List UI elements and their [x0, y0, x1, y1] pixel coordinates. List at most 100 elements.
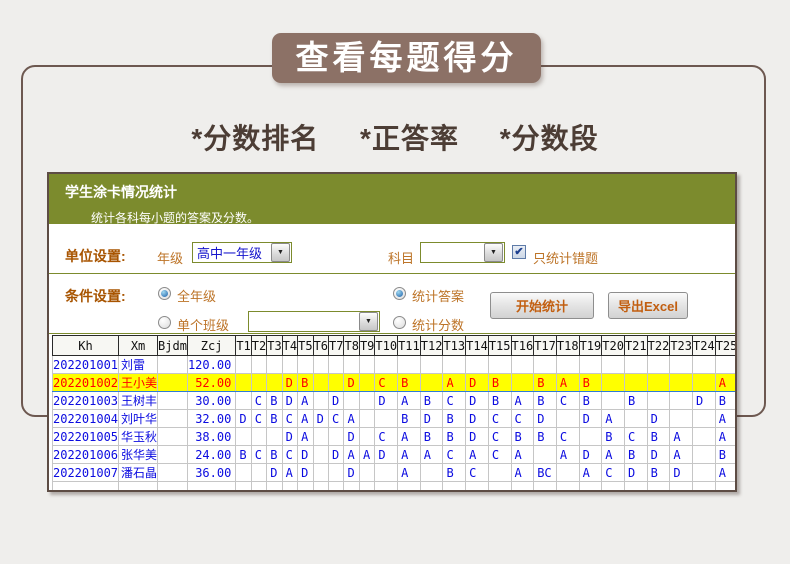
column-header: T9: [359, 336, 374, 356]
whole-grade-radio[interactable]: [158, 287, 171, 300]
chevron-down-icon[interactable]: ▼: [359, 312, 378, 331]
subject-dropdown[interactable]: ▼: [420, 242, 505, 263]
cell-bjdm: [158, 410, 188, 428]
cell-answer: A: [511, 392, 534, 410]
cell-answer: B: [624, 392, 647, 410]
column-header: T16: [511, 336, 534, 356]
table-row[interactable]: 202201007潘石晶36.00DADDABCABCACDBDA: [53, 464, 736, 482]
cell-empty: [187, 482, 235, 491]
cell-empty: [556, 482, 579, 491]
cell-answer: [398, 356, 421, 374]
cell-answer: A: [511, 446, 534, 464]
cell-answer: D: [344, 464, 359, 482]
cell-answer: [359, 464, 374, 482]
table-row[interactable]: 202201005华玉秋38.00DADCABBDCBBCBCBAA: [53, 428, 736, 446]
cell-answer: D: [282, 428, 297, 446]
cell-xm: 王树丰: [119, 392, 158, 410]
grade-dropdown[interactable]: 高中一年级 ▼: [192, 242, 292, 263]
cell-zcj: 38.00: [187, 428, 235, 446]
column-header: T7: [329, 336, 344, 356]
cell-answer: C: [443, 392, 466, 410]
cell-empty: [282, 482, 297, 491]
cell-kh: 202201004: [53, 410, 119, 428]
cell-answer: D: [344, 428, 359, 446]
cell-answer: A: [715, 410, 735, 428]
cell-answer: D: [298, 446, 313, 464]
cell-answer: B: [534, 392, 557, 410]
export-excel-button[interactable]: 导出Excel: [608, 292, 688, 319]
cell-answer: [693, 464, 716, 482]
cell-empty: [158, 482, 188, 491]
cell-answer: [313, 374, 328, 392]
cell-xm: 王小美: [119, 374, 158, 392]
results-table: KhXmBjdmZcjT1T2T3T4T5T6T7T8T9T10T11T12T1…: [52, 335, 735, 490]
cell-answer: [251, 374, 266, 392]
cell-empty: [119, 482, 158, 491]
cell-empty: [298, 482, 313, 491]
cell-answer: C: [602, 464, 625, 482]
cell-answer: C: [375, 374, 398, 392]
single-class-radio[interactable]: [158, 316, 171, 329]
column-header: T5: [298, 336, 313, 356]
column-header: Kh: [53, 336, 119, 356]
cell-answer: D: [313, 410, 328, 428]
cell-answer: C: [624, 428, 647, 446]
cell-answer: [534, 446, 557, 464]
cell-empty: [313, 482, 328, 491]
stat-answer-label: 统计答案: [412, 286, 464, 305]
cell-answer: [443, 356, 466, 374]
chevron-down-icon[interactable]: ▼: [484, 243, 503, 262]
only-wrong-checkbox[interactable]: ✔: [512, 245, 526, 259]
start-stats-button[interactable]: 开始统计: [490, 292, 594, 319]
column-header: T10: [375, 336, 398, 356]
cell-answer: [693, 356, 716, 374]
table-row[interactable]: 202201001刘雷120.00: [53, 356, 736, 374]
cell-answer: [267, 428, 282, 446]
cell-xm: 潘石晶: [119, 464, 158, 482]
cell-answer: [511, 356, 534, 374]
chevron-down-icon[interactable]: ▼: [271, 243, 290, 262]
table-row[interactable]: 202201003王树丰30.00CBDADDABCDBABCBBDB: [53, 392, 736, 410]
cell-answer: [251, 464, 266, 482]
cell-answer: [344, 356, 359, 374]
cell-answer: A: [556, 446, 579, 464]
cell-empty: [511, 482, 534, 491]
cell-answer: [313, 392, 328, 410]
cell-answer: A: [298, 392, 313, 410]
column-header: T18: [556, 336, 579, 356]
cell-empty: [359, 482, 374, 491]
cell-zcj: 36.00: [187, 464, 235, 482]
cell-answer: A: [715, 374, 735, 392]
column-header: T24: [693, 336, 716, 356]
cell-answer: D: [282, 374, 297, 392]
cell-zcj: 52.00: [187, 374, 235, 392]
table-row[interactable]: 202201004刘叶华32.00DCBCADCABDBDCCDDADA: [53, 410, 736, 428]
cell-answer: A: [670, 428, 693, 446]
column-header: T2: [251, 336, 266, 356]
panel-header: 学生涂卡情况统计 统计各科每小题的答案及分数。: [49, 174, 735, 224]
cell-answer: D: [693, 392, 716, 410]
stat-score-radio[interactable]: [393, 316, 406, 329]
cell-answer: [624, 356, 647, 374]
column-header: T11: [398, 336, 421, 356]
cell-answer: [313, 446, 328, 464]
table-row[interactable]: 202201006张华美24.00BCBCDDAADAACACAADABDAB: [53, 446, 736, 464]
cell-zcj: 120.00: [187, 356, 235, 374]
cell-bjdm: [158, 392, 188, 410]
cell-answer: B: [420, 392, 443, 410]
cell-answer: [579, 428, 602, 446]
cell-answer: A: [443, 374, 466, 392]
column-header: T12: [420, 336, 443, 356]
cell-answer: D: [534, 410, 557, 428]
cell-answer: C: [466, 464, 489, 482]
subject-label: 科目: [388, 248, 414, 267]
cell-answer: [267, 374, 282, 392]
cell-answer: B: [298, 374, 313, 392]
table-row[interactable]: 202201002王小美52.00DBDCBADBBABA: [53, 374, 736, 392]
cell-bjdm: [158, 428, 188, 446]
cell-answer: A: [466, 446, 489, 464]
class-dropdown[interactable]: ▼: [248, 311, 380, 332]
stat-answer-radio[interactable]: [393, 287, 406, 300]
cell-answer: D: [267, 464, 282, 482]
single-class-label: 单个班级: [177, 315, 229, 334]
